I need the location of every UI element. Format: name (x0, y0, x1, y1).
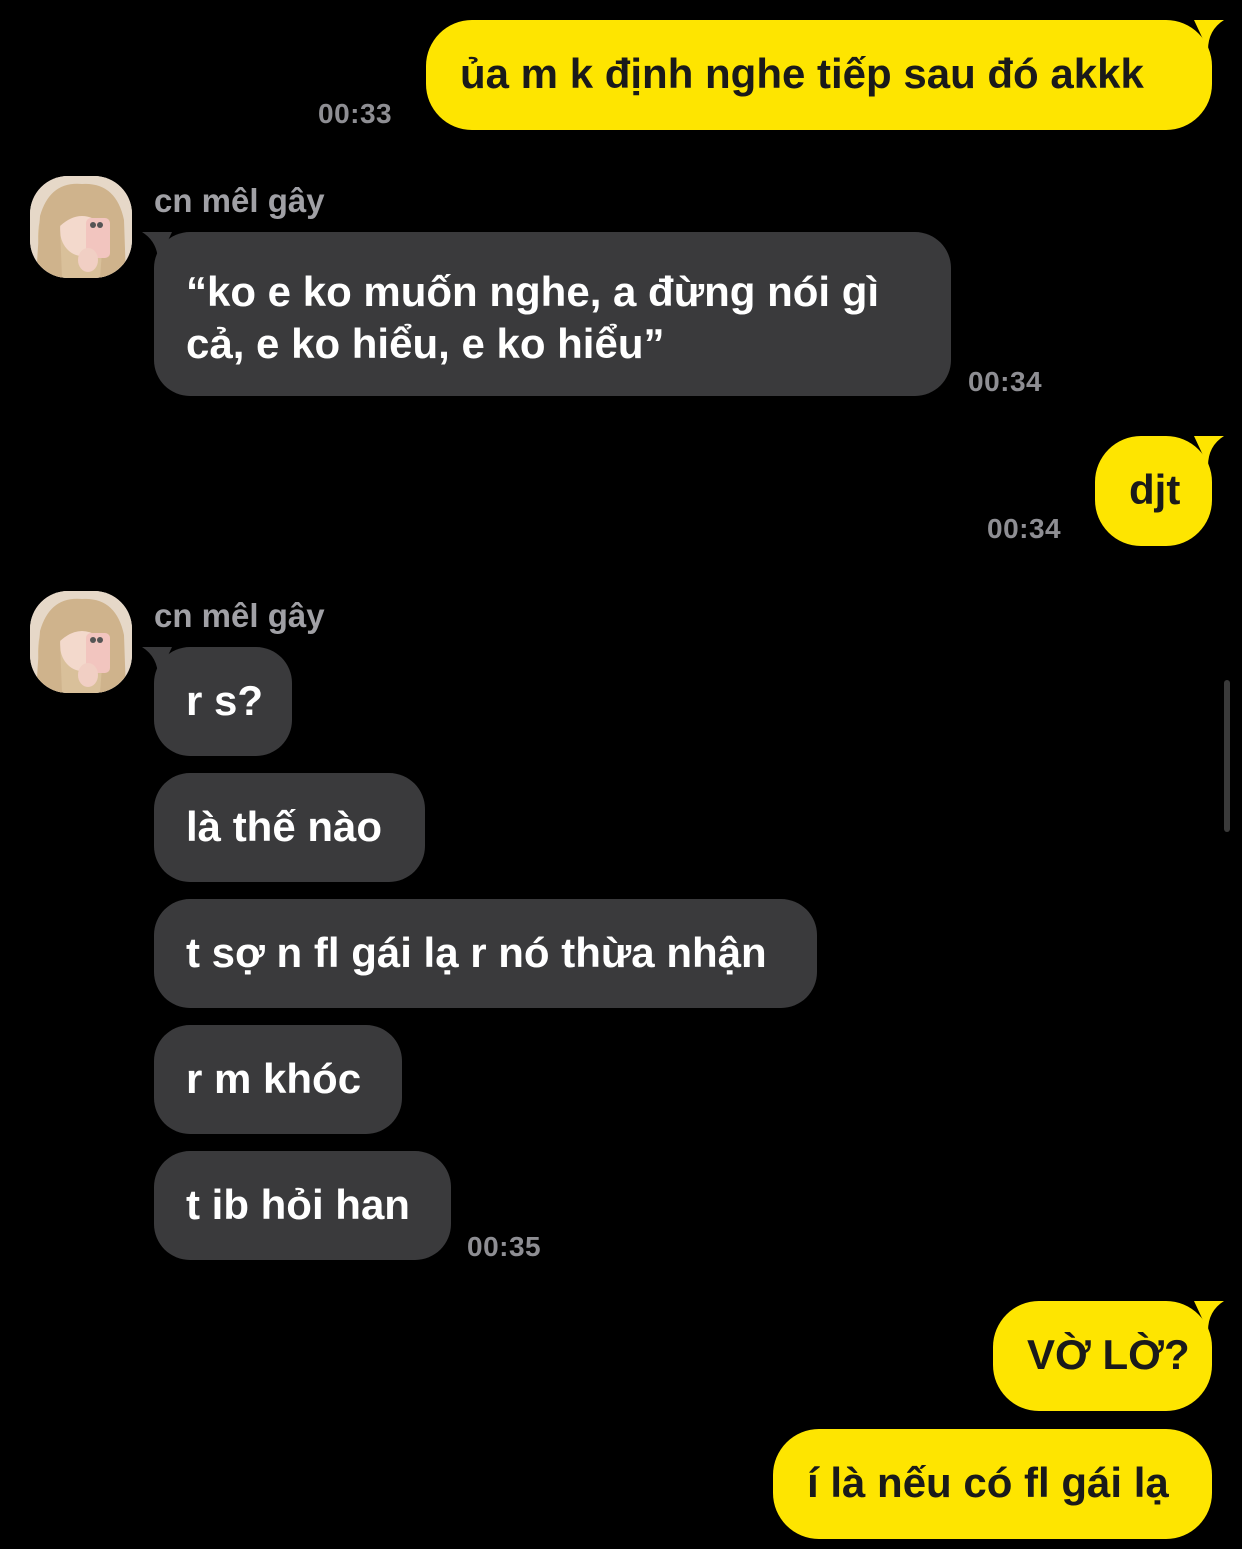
message-text: djt (1129, 466, 1181, 513)
message-text: r s? (186, 677, 264, 724)
avatar-photo-icon (30, 176, 132, 278)
incoming-message-bubble[interactable]: t sợ n fl gái lạ r nó thừa nhận (154, 899, 817, 1008)
message-text: r m khóc (186, 1055, 362, 1102)
avatar-photo-icon (30, 591, 132, 693)
message-timestamp: 00:34 (968, 366, 1043, 397)
bubble-tail-icon (1194, 436, 1224, 466)
avatar[interactable] (30, 176, 132, 278)
message-timestamp: 00:35 (467, 1231, 542, 1262)
bubble-tail-icon (142, 232, 172, 262)
message-text: t sợ n fl gái lạ r nó thừa nhận (186, 929, 767, 976)
incoming-message-bubble[interactable]: là thế nào (154, 773, 425, 882)
message-timestamp: 00:34 (987, 513, 1062, 544)
avatar[interactable] (30, 591, 132, 693)
message-text: VỜ LỜ? (1027, 1331, 1190, 1378)
incoming-message-bubble[interactable]: t ib hỏi han (154, 1151, 451, 1260)
message-text: t ib hỏi han (186, 1181, 410, 1228)
outgoing-message-bubble[interactable]: djt (1095, 436, 1224, 546)
outgoing-message-bubble[interactable]: ủa m k định nghe tiếp sau đó akkk (426, 20, 1224, 130)
scrollbar[interactable] (1224, 680, 1230, 832)
incoming-message-bubble[interactable]: r s? (142, 647, 292, 756)
bubble-tail-icon (142, 647, 172, 677)
message-text: “ko e ko muốn nghe, a đừng nói gì cả, e … (186, 268, 880, 367)
incoming-message-bubble[interactable]: r m khóc (154, 1025, 402, 1134)
message-text: là thế nào (186, 803, 383, 850)
message-timestamp: 00:33 (318, 98, 393, 129)
bubble-tail-icon (1194, 20, 1224, 50)
message-text: í là nếu có fl gái lạ (807, 1459, 1169, 1506)
incoming-message-bubble[interactable]: “ko e ko muốn nghe, a đừng nói gì cả, e … (142, 232, 951, 396)
sender-name: cn mêl gây (154, 182, 325, 219)
bubble-tail-icon (1194, 1301, 1224, 1331)
outgoing-message-bubble[interactable]: VỜ LỜ? (993, 1301, 1224, 1411)
sender-name: cn mêl gây (154, 597, 325, 634)
message-text: ủa m k định nghe tiếp sau đó akkk (460, 50, 1144, 97)
outgoing-message-bubble[interactable]: í là nếu có fl gái lạ (773, 1429, 1212, 1539)
